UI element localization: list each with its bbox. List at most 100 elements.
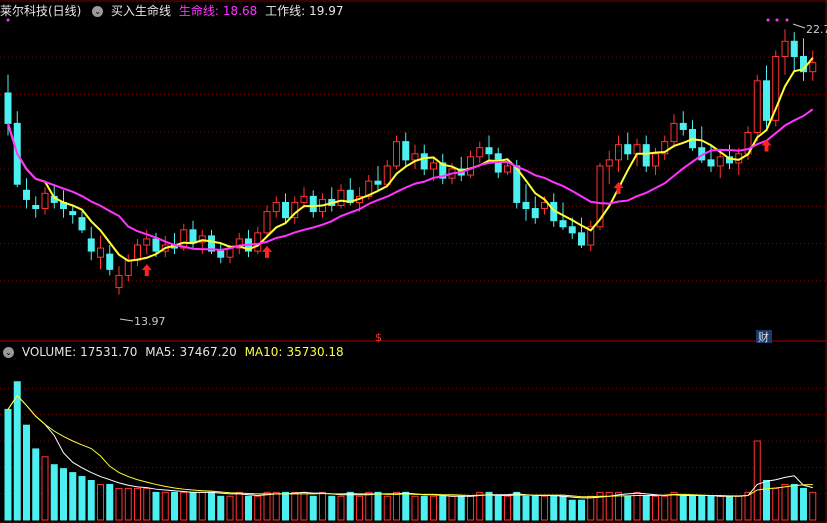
volume-bar [346, 491, 354, 521]
indicator-lines [7, 57, 814, 262]
candle-body [87, 238, 95, 252]
volume-bar [383, 495, 391, 521]
indicator-name[interactable]: 买入生命线 [111, 4, 171, 18]
life-line-label: 生命线: [178, 4, 219, 18]
volume-bar [282, 491, 289, 521]
volume-bar [504, 495, 511, 521]
candle-body [152, 238, 160, 252]
candle-body [189, 229, 197, 243]
volume-bar [328, 495, 336, 521]
stock-title[interactable]: 莱尔科技(日线) [0, 4, 81, 18]
buy-arrow-icon [262, 245, 272, 258]
volume-bar [124, 487, 132, 521]
volume-bar [106, 483, 114, 521]
volume-bar [198, 491, 206, 521]
volume-header: ⌄ VOLUME: 17531.70 MA5: 37467.20 MA10: 3573… [0, 343, 348, 361]
signal-dot [775, 18, 779, 22]
candle-body [97, 247, 104, 258]
volume-bar [143, 487, 151, 521]
candle-body [790, 40, 798, 57]
candlestick-chart[interactable]: 13.97 22.7 $ 财 [0, 0, 827, 523]
volume-bar [763, 480, 770, 521]
candle-body [420, 153, 428, 170]
chevron-down-icon[interactable]: ⌄ [3, 347, 14, 358]
volume-bar [254, 495, 262, 521]
volume-bar [642, 495, 650, 521]
life-line-value: 18.68 [222, 4, 258, 18]
candle-body [411, 153, 419, 161]
volume-bar [457, 495, 465, 521]
candle-body [763, 80, 770, 121]
candle-body [115, 274, 123, 289]
volume-bar [13, 381, 21, 521]
low-price-label: 13.97 [134, 315, 166, 328]
candle-body [32, 204, 40, 210]
volume-bar [217, 495, 225, 521]
buy-arrow-icon [141, 264, 152, 277]
candle-body [337, 189, 345, 206]
volume-bar [152, 491, 160, 521]
volume-bar [420, 495, 428, 521]
candle-body [300, 195, 308, 203]
candle-body [716, 156, 724, 167]
volume-bar [448, 495, 456, 521]
volume-bar [180, 491, 188, 521]
candle-body [134, 244, 141, 261]
volume-bar [522, 495, 530, 521]
volume-bar [772, 487, 780, 521]
volume-ma10-line [7, 394, 813, 498]
volume-bar [513, 491, 521, 521]
volume-bar [726, 495, 733, 521]
candle-body [476, 147, 484, 158]
volume-bar [78, 476, 86, 521]
volume-value: 17531.70 [80, 345, 138, 359]
buy-arrow-icon [613, 182, 624, 195]
candle-body [679, 122, 687, 130]
volume-bar [800, 487, 807, 521]
volume-bar [716, 495, 724, 521]
finance-event-marker[interactable]: 财 [758, 330, 769, 344]
volume-bar [744, 491, 752, 521]
volume-bar [60, 468, 67, 521]
volume-bar [365, 491, 373, 521]
candle-body [809, 62, 817, 73]
volume-bar [485, 491, 493, 521]
candle-body [559, 220, 567, 228]
signal-dot [785, 18, 789, 22]
chevron-down-icon[interactable]: ⌄ [92, 6, 104, 17]
candle-body [383, 165, 391, 185]
candle-body [143, 238, 151, 246]
candle-body [430, 162, 437, 170]
volume-bar [263, 491, 271, 521]
volume-bar [568, 499, 576, 521]
volume-bar [134, 487, 141, 521]
volume-bar [541, 495, 548, 521]
volume-bar [272, 491, 280, 521]
ma5-value: 37467.20 [179, 345, 237, 359]
volume-bar [87, 480, 95, 521]
volume-bar [531, 495, 539, 521]
volume-bar [476, 491, 484, 521]
ma5-label: MA5: [145, 345, 176, 359]
volume-bar [300, 491, 308, 521]
volume-bar [439, 495, 447, 521]
volume-bar [402, 491, 410, 521]
volume-bar [97, 483, 104, 521]
candle-body [106, 253, 114, 270]
volume-bar [679, 495, 687, 521]
candle-body [23, 189, 30, 200]
candle-body [633, 144, 641, 155]
volume-bar [245, 495, 252, 521]
volume-bar [356, 495, 363, 521]
candle-body [753, 80, 761, 134]
volume-bar [226, 495, 234, 521]
volume-bar [319, 491, 326, 521]
dollar-event-marker[interactable]: $ [375, 331, 382, 344]
volume-bar [698, 495, 706, 521]
volume-bar [337, 495, 345, 521]
work-line [7, 57, 814, 262]
candle-body [272, 201, 280, 213]
candle-body [624, 144, 632, 155]
candle-body [615, 144, 622, 161]
volume-bar [467, 495, 474, 521]
